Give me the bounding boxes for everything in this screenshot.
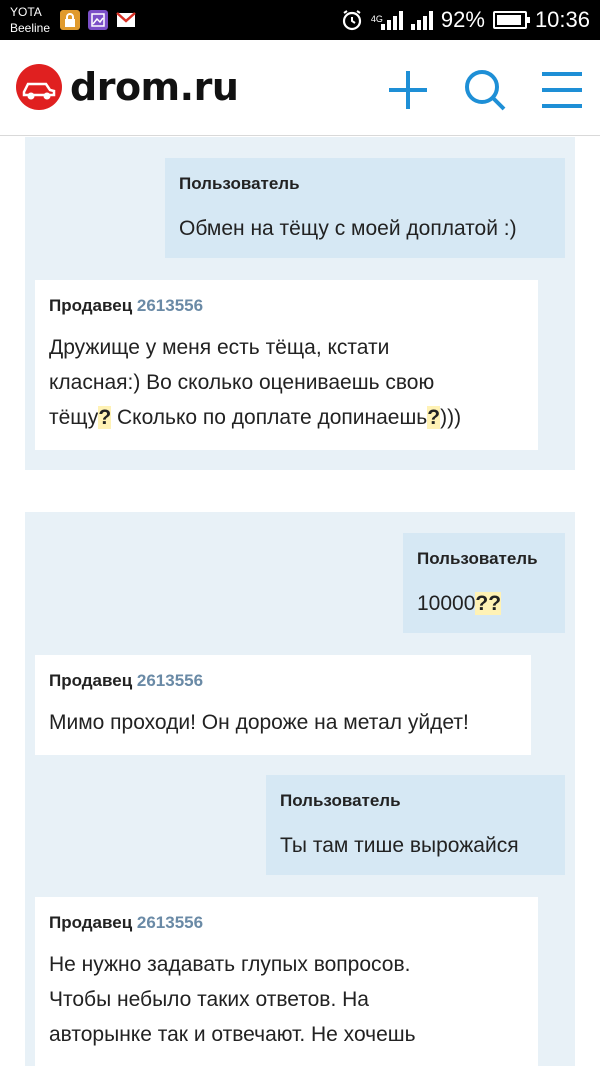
user-message-bubble: Пользователь Ты там тише вырожайся: [266, 775, 565, 875]
status-bar: YOTA Beeline 4G 92% 10:36: [0, 0, 600, 40]
message-author: Пользователь: [417, 549, 538, 568]
app-header: drom.ru: [0, 40, 600, 136]
message-line: тёщу? Сколько по доплате допинаешь?))): [49, 400, 461, 435]
message-text: Ты там тише вырожайся: [280, 834, 519, 857]
seller-id-link[interactable]: 2613556: [137, 296, 203, 315]
user-message-bubble: Пользователь Обмен на тёщу с моей доплат…: [165, 158, 565, 258]
seller-message-bubble: Продавец 2613556 Не нужно задавать глупы…: [35, 897, 538, 1066]
status-right: 4G 92% 10:36: [341, 0, 590, 40]
message-author: Продавец 2613556: [49, 296, 203, 316]
text-fragment: тёщу: [49, 406, 99, 429]
drom-logo[interactable]: drom.ru: [16, 64, 239, 110]
carrier-names: YOTA Beeline: [10, 4, 50, 36]
battery-fill: [496, 15, 521, 25]
message-line: Чтобы небыло таких ответов. На: [49, 988, 369, 1011]
gmail-icon: [116, 10, 136, 30]
message-author: Продавец 2613556: [49, 913, 203, 933]
plus-icon[interactable]: [386, 68, 430, 112]
seller-id-link[interactable]: 2613556: [137, 913, 203, 932]
signal-icon-2: [410, 10, 433, 30]
logo-text: drom.ru: [70, 65, 239, 109]
search-highlight: ?: [98, 406, 112, 429]
message-text: Мимо проходи! Он дороже на метал уйдет!: [49, 711, 469, 734]
search-icon[interactable]: [463, 68, 507, 112]
message-author: Продавец 2613556: [49, 671, 203, 691]
conversation-card: Пользователь 10000?? Продавец 2613556 Ми…: [25, 512, 575, 1066]
drom-logo-icon: [16, 64, 62, 110]
message-line: Не нужно задавать глупых вопросов.: [49, 953, 411, 976]
message-text: 10000??: [417, 586, 502, 621]
seller-message-bubble: Продавец 2613556 Дружище у меня есть тёщ…: [35, 280, 538, 450]
conversation-card: Пользователь Обмен на тёщу с моей доплат…: [25, 137, 575, 470]
message-text: Обмен на тёщу с моей доплатой :): [179, 217, 517, 240]
search-highlight: ?: [427, 406, 441, 429]
user-message-bubble: Пользователь 10000??: [403, 533, 565, 633]
notification-icons: [60, 10, 136, 30]
text-fragment: ))): [440, 406, 462, 429]
battery-percent: 92%: [440, 7, 485, 32]
text-fragment: Сколько по доплате допинаешь: [111, 406, 428, 429]
seller-label: Продавец: [49, 296, 133, 315]
text-fragment: 10000: [417, 592, 476, 615]
seller-id-link[interactable]: 2613556: [137, 671, 203, 690]
battery-icon: [492, 11, 530, 29]
seller-label: Продавец: [49, 671, 133, 690]
menu-icon[interactable]: [540, 68, 584, 112]
message-text: Дружище у меня есть тёща, кстати класная…: [49, 330, 461, 435]
carrier-1: YOTA: [10, 5, 42, 19]
message-line: класная:) Во сколько оцениваешь свою: [49, 371, 435, 394]
network-type: 4G: [370, 14, 383, 24]
gallery-app-icon: [88, 10, 108, 30]
message-text: Не нужно задавать глупых вопросов. Чтобы…: [49, 947, 416, 1052]
reviews-feed[interactable]: Пользователь Обмен на тёщу с моей доплат…: [0, 137, 600, 1066]
signal-icon-1: [380, 10, 403, 30]
message-line: Дружище у меня есть тёща, кстати: [49, 336, 390, 359]
search-highlight: ??: [475, 592, 502, 615]
message-line: авторынке так и отвечают. Не хочешь: [49, 1023, 416, 1046]
seller-message-bubble: Продавец 2613556 Мимо проходи! Он дороже…: [35, 655, 531, 755]
carrier-2: Beeline: [10, 21, 51, 35]
seller-label: Продавец: [49, 913, 133, 932]
clock: 10:36: [534, 7, 590, 32]
message-author: Пользователь: [179, 174, 300, 193]
message-author: Пользователь: [280, 791, 401, 810]
lock-app-icon: [60, 10, 80, 30]
alarm-icon: [342, 10, 361, 31]
